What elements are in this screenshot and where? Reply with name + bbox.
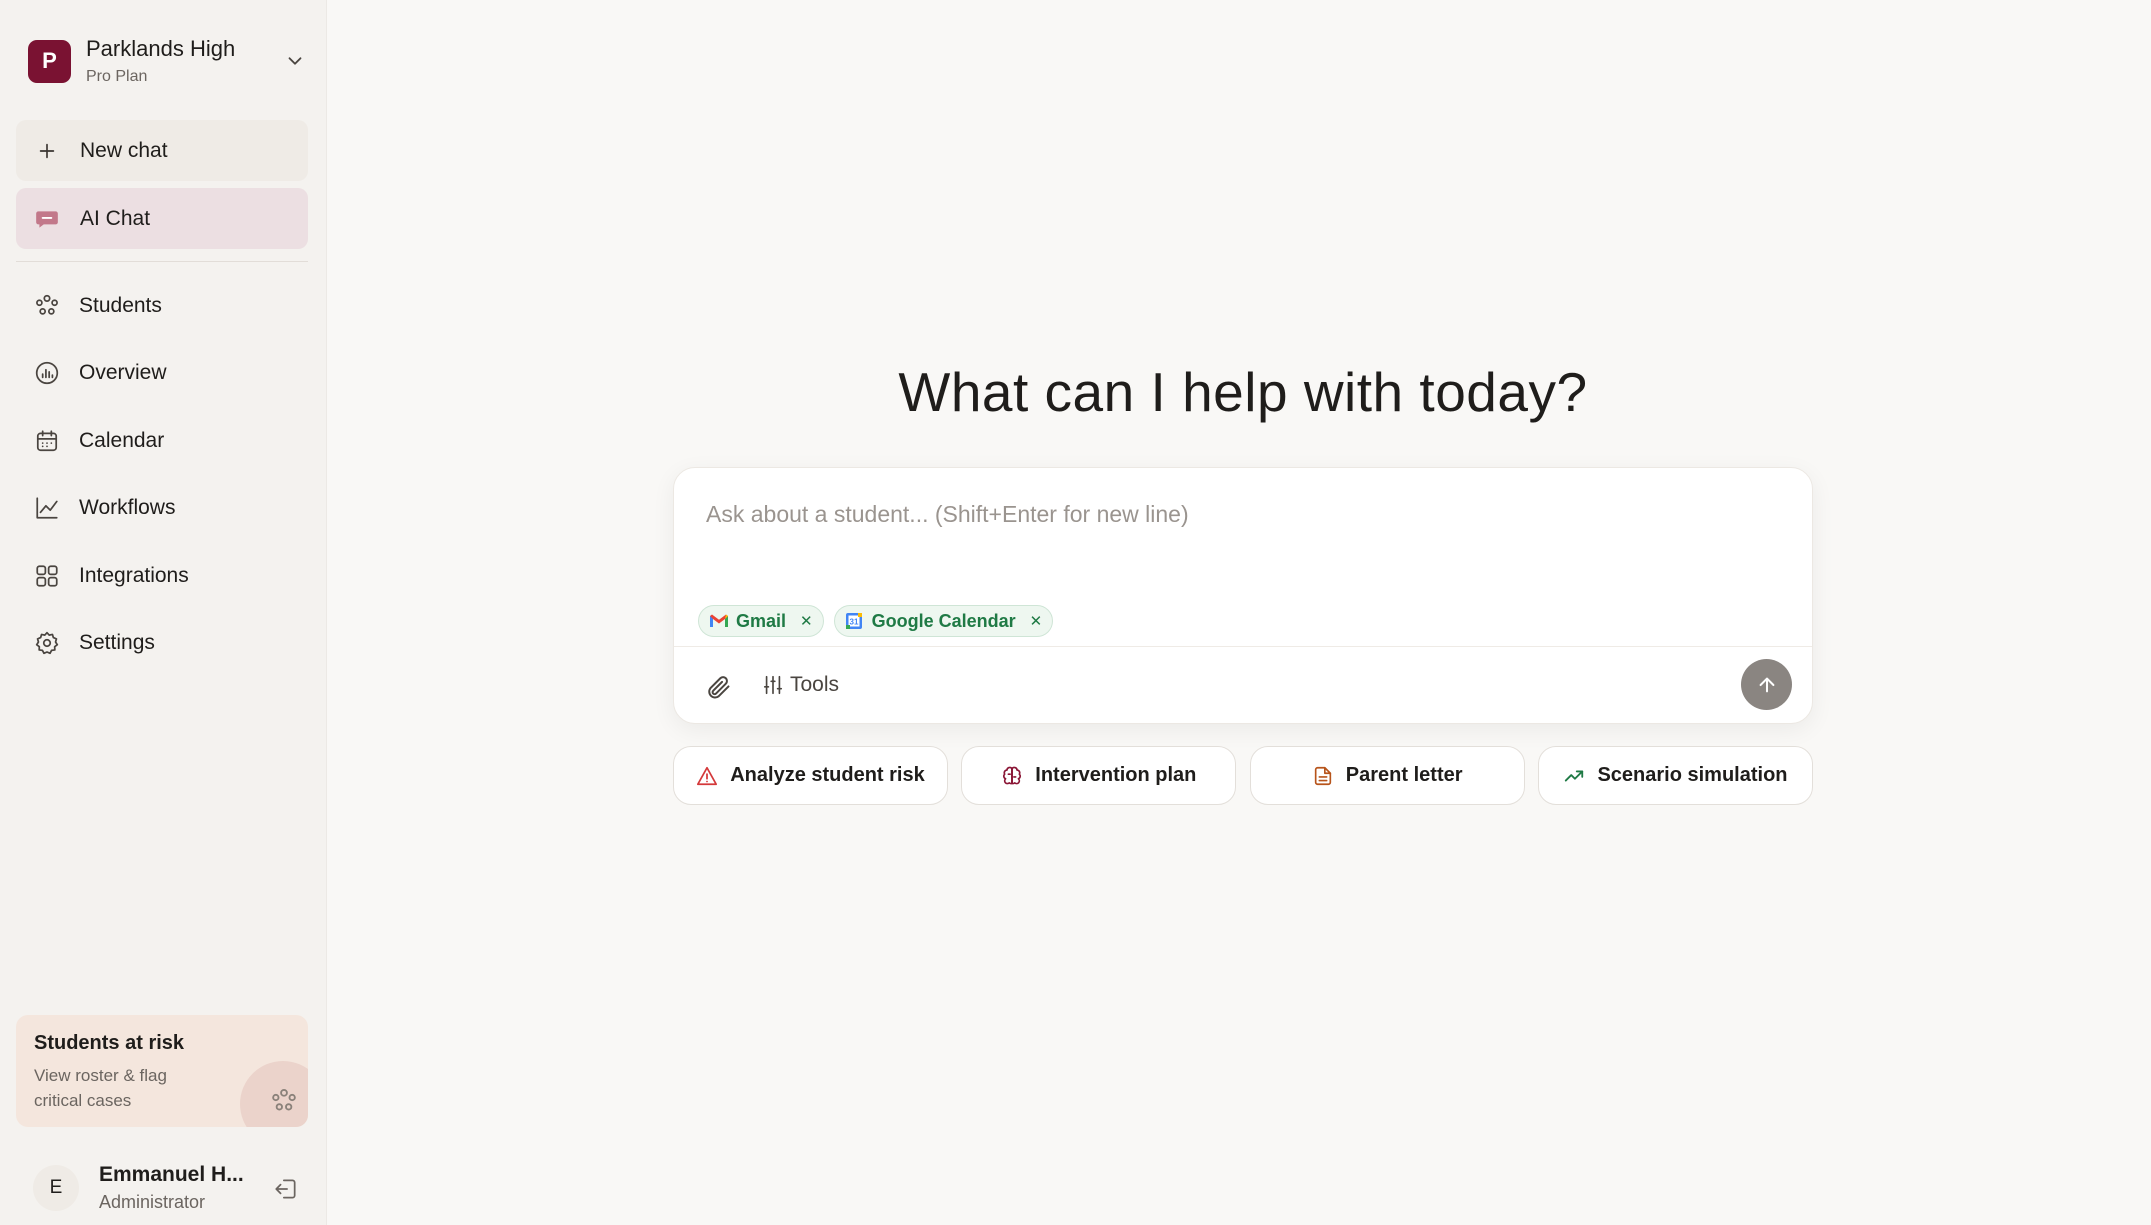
workspace-name: Parklands High [86,36,236,61]
chip-label: Google Calendar [871,610,1016,631]
connected-integrations: Gmail ✕ 31 Google Calendar ✕ [698,605,1054,637]
paperclip-icon[interactable] [704,673,732,701]
quick-actions: Analyze student risk Intervention plan P… [673,746,1813,805]
risk-card-subtitle: View roster & flag critical cases [34,1066,167,1110]
sidebar-item-ai-chat[interactable]: AI Chat [16,188,308,249]
user-role: Administrator [99,1191,206,1212]
chevron-down-icon[interactable] [284,50,306,72]
sidebar-item-calendar[interactable]: Calendar [16,413,308,469]
user-profile[interactable]: E Emmanuel H... Administrator [33,1160,313,1215]
sliders-icon [763,675,783,695]
chat-composer: Gmail ✕ 31 Google Calendar ✕ Tools [673,467,1813,724]
action-label: Parent letter [1345,764,1463,786]
integrations-icon [33,562,61,590]
tools-button[interactable]: Tools [762,673,839,697]
logout-icon[interactable] [273,1176,299,1202]
gmail-icon [709,612,729,630]
students-icon [33,292,61,320]
tools-label: Tools [790,673,840,696]
arrow-up-icon [1759,677,1774,692]
overview-icon [33,359,61,387]
chip-label: Gmail [736,610,787,631]
sidebar-divider [16,261,308,262]
send-button[interactable] [1741,659,1792,710]
prompt-input[interactable] [704,500,1778,529]
action-label: Analyze student risk [730,764,925,786]
sidebar-item-integrations[interactable]: Integrations [16,548,308,604]
calendar-icon [33,427,61,455]
students-at-risk-card[interactable]: Students at risk View roster & flag crit… [16,1015,308,1127]
trending-up-icon [1563,765,1585,787]
sidebar-item-settings[interactable]: Settings [16,615,308,671]
analyze-student-risk-button[interactable]: Analyze student risk [673,746,948,805]
settings-icon [33,629,61,657]
sidebar-item-label: Calendar [79,429,165,452]
chat-bubble-icon [34,206,60,232]
sidebar-item-students[interactable]: Students [16,278,308,334]
action-label: Intervention plan [1035,764,1197,786]
parent-letter-button[interactable]: Parent letter [1249,746,1525,805]
close-icon[interactable]: ✕ [1030,612,1043,630]
intervention-plan-button[interactable]: Intervention plan [961,746,1237,805]
chip-gmail[interactable]: Gmail ✕ [698,605,824,637]
sidebar-item-label: Workflows [79,496,176,519]
document-icon [1312,765,1334,787]
students-icon [272,1088,296,1111]
ai-chat-label: AI Chat [80,206,151,230]
risk-card-title: Students at risk [34,1032,185,1054]
close-icon[interactable]: ✕ [800,612,813,630]
sidebar-item-overview[interactable]: Overview [16,345,308,401]
sidebar: P Parklands High Pro Plan New chat AI Ch… [0,0,327,1225]
workspace-logo: P [28,39,71,83]
chip-google-calendar[interactable]: 31 Google Calendar ✕ [833,605,1054,637]
workflows-icon [33,494,61,522]
sidebar-item-label: Integrations [79,564,189,587]
sidebar-item-workflows[interactable]: Workflows [16,480,308,536]
workspace-switcher[interactable]: P Parklands High Pro Plan [28,36,312,86]
new-chat-button[interactable]: New chat [16,120,308,181]
brain-icon [1001,765,1023,787]
sidebar-item-label: Overview [79,361,167,384]
scenario-simulation-button[interactable]: Scenario simulation [1537,746,1813,805]
workspace-plan: Pro Plan [86,68,148,85]
sidebar-item-label: Settings [79,631,155,654]
composer-divider [674,646,1812,647]
plus-icon [34,138,60,164]
svg-text:31: 31 [849,618,858,627]
google-calendar-icon: 31 [845,612,865,630]
page-title: What can I help with today? [898,361,1588,423]
new-chat-label: New chat [80,138,168,162]
user-name: Emmanuel H... [99,1162,244,1186]
action-label: Scenario simulation [1597,764,1788,786]
sidebar-item-label: Students [79,294,162,317]
avatar: E [33,1164,79,1211]
warning-icon [696,765,718,787]
